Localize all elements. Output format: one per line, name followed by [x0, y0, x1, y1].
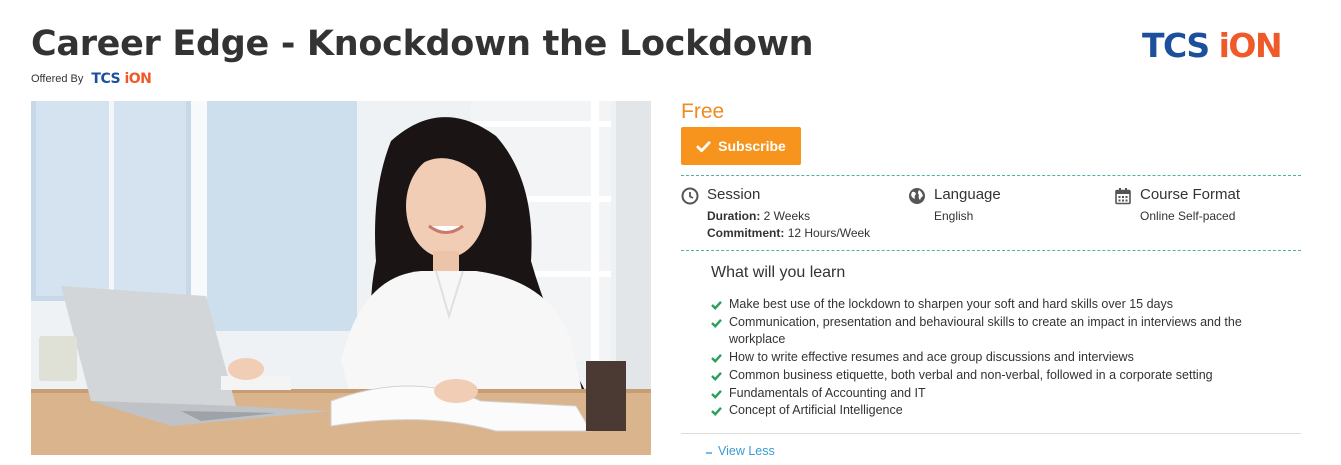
- session-heading: Session: [707, 186, 761, 203]
- language-heading: Language: [934, 186, 1001, 203]
- provider-logo-small[interactable]: TCS iON: [91, 71, 151, 87]
- check-icon: [711, 407, 722, 417]
- course-hero-image: [31, 101, 651, 455]
- check-icon: [711, 318, 722, 328]
- list-item: Fundamentals of Accounting and IT: [711, 385, 1271, 403]
- clock-icon: [681, 187, 699, 205]
- divider: [681, 250, 1301, 251]
- list-item: Common business etiquette, both verbal a…: [711, 367, 1271, 385]
- offered-by-label: Offered By: [31, 73, 84, 85]
- session-info: Session Duration: 2 Weeks Commitment: 12…: [681, 186, 870, 242]
- globe-icon: [909, 188, 925, 204]
- format-info: Course Format Online Self-paced: [1114, 186, 1240, 225]
- list-item: Make best use of the lockdown to sharpen…: [711, 296, 1271, 314]
- divider: [681, 175, 1301, 176]
- price: Free: [681, 100, 725, 123]
- format-heading: Course Format: [1140, 186, 1241, 203]
- divider: [681, 433, 1301, 434]
- subscribe-label: Subscribe: [718, 138, 786, 154]
- list-item: Concept of Artificial Intelligence: [711, 402, 1271, 420]
- duration-label: Duration:: [707, 209, 761, 223]
- subscribe-button[interactable]: Subscribe: [681, 127, 801, 165]
- checkmark-icon: [696, 140, 711, 152]
- commitment-value: 12 Hours/Week: [787, 226, 871, 240]
- learn-list: Make best use of the lockdown to sharpen…: [711, 296, 1271, 420]
- language-info: Language English: [908, 186, 1001, 225]
- check-icon: [711, 354, 722, 364]
- language-value: English: [934, 209, 974, 223]
- view-less-label: View Less: [718, 444, 775, 458]
- chevron-up-icon: [706, 452, 712, 454]
- check-icon: [711, 371, 722, 381]
- offered-by: Offered By TCS iON: [31, 71, 152, 87]
- check-icon: [711, 389, 722, 399]
- duration-value: 2 Weeks: [763, 209, 811, 223]
- list-item: Communication, presentation and behaviou…: [711, 314, 1251, 349]
- format-value: Online Self-paced: [1140, 209, 1236, 223]
- learn-heading: What will you learn: [711, 264, 846, 281]
- calendar-icon: [1115, 188, 1131, 205]
- list-item: How to write effective resumes and ace g…: [711, 349, 1271, 367]
- check-icon: [711, 300, 722, 310]
- provider-logo[interactable]: TCS iON: [1142, 26, 1283, 65]
- view-less-link[interactable]: View Less: [706, 444, 775, 458]
- course-title: Career Edge - Knockdown the Lockdown: [31, 24, 814, 64]
- commitment-label: Commitment:: [707, 226, 785, 240]
